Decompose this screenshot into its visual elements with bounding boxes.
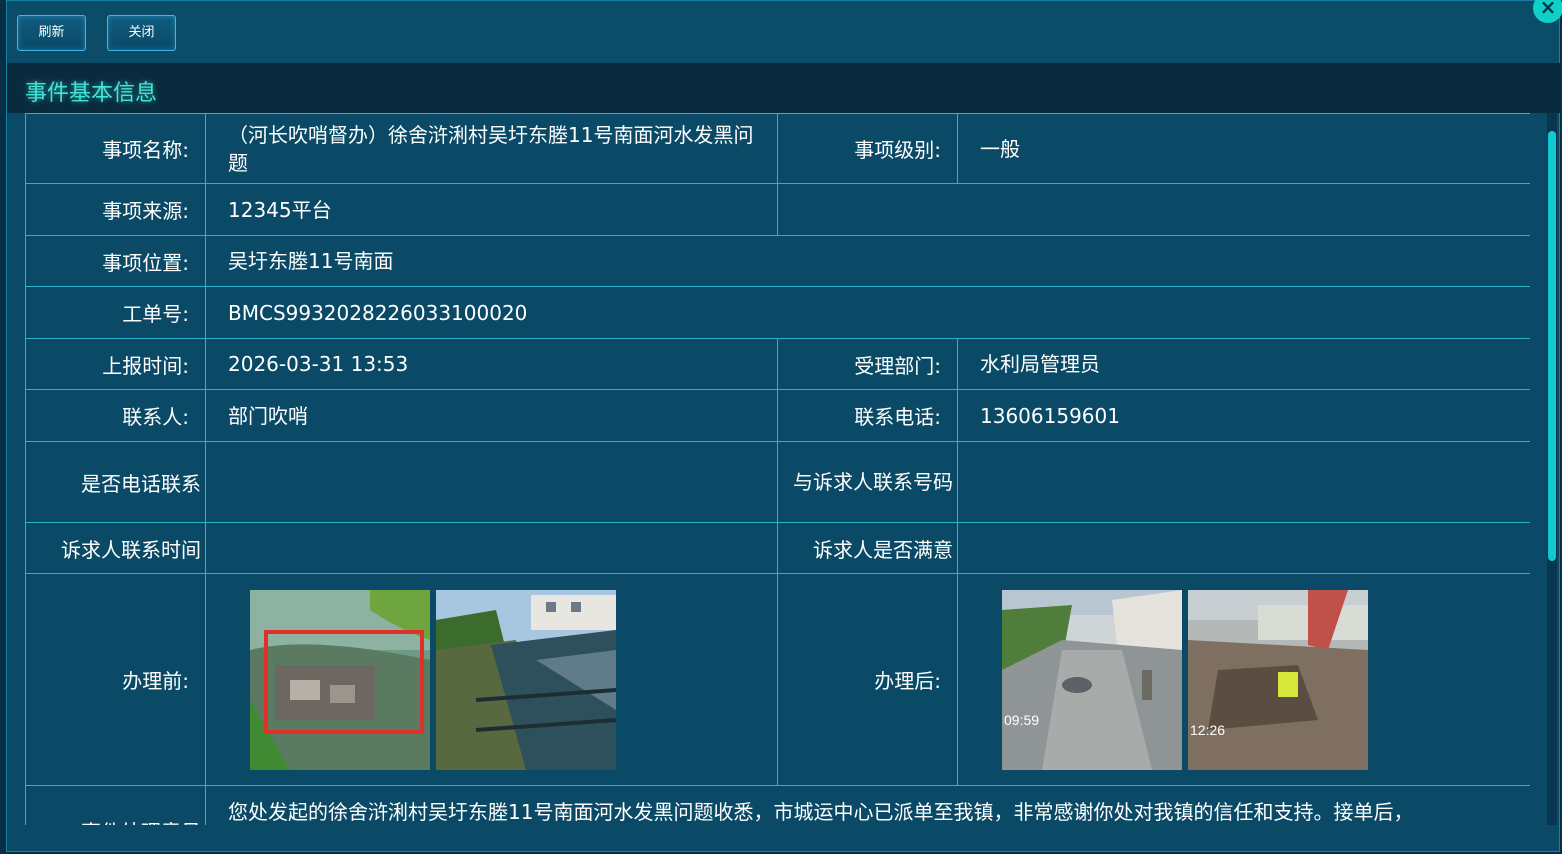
field-label: 事项来源: <box>25 183 206 236</box>
table-row: 办理前: 办理后: 09:59 12:26 <box>25 573 1530 786</box>
section-header: 事件基本信息 <box>7 63 1561 113</box>
table-row: 事项来源: 12345平台 <box>25 183 1530 236</box>
complainant-time-value <box>205 522 778 574</box>
table-row: 联系人: 部门吹哨 联系电话: 13606159601 <box>25 389 1530 442</box>
table-row: 是否电话联系 与诉求人联系号码 <box>25 441 1530 523</box>
dept-value: 水利局管理员 <box>957 338 1530 390</box>
table-row: 工单号: BMCS993202822603310002​0 <box>25 286 1530 339</box>
field-label: 办理前: <box>25 573 206 786</box>
field-label: 诉求人联系时间 <box>25 522 206 574</box>
report-time-value: 2026-03-31 13:53 <box>205 338 778 390</box>
empty-cell <box>777 183 1530 236</box>
field-label: 事件处理意见 <box>25 785 206 825</box>
source-value: 12345平台 <box>205 183 778 236</box>
field-label: 联系人: <box>25 389 206 442</box>
before-photos <box>205 573 778 786</box>
location-value: 吴圩东塍11号南面 <box>205 235 1530 287</box>
table-row: 诉求人联系时间 诉求人是否满意 <box>25 522 1530 574</box>
field-label: 联系电话: <box>777 389 958 442</box>
order-no-value: BMCS993202822603310002​0 <box>205 286 1530 339</box>
after-photo-1[interactable]: 09:59 <box>1002 589 1182 770</box>
section-title: 事件基本信息 <box>25 81 158 106</box>
after-photo-1-time: 09:59 <box>1004 712 1039 728</box>
field-label: 受理部门: <box>777 338 958 390</box>
scrollbar[interactable] <box>1547 113 1557 825</box>
complainant-phone-value <box>957 441 1530 523</box>
toolbar: 刷新 关闭 <box>7 1 1559 63</box>
detail-content[interactable]: 事项名称: （河长吹哨督办）徐舍浒浰村吴圩东塍11号南面河水发黑问题 事项级别:… <box>25 113 1530 825</box>
before-photo-1[interactable] <box>250 589 430 770</box>
before-photo-2[interactable] <box>436 589 616 770</box>
scrollbar-thumb[interactable] <box>1548 131 1556 561</box>
after-photos: 09:59 12:26 <box>957 573 1530 786</box>
event-detail-window: 刷新 关闭 × 事件基本信息 事项名称: （河长吹哨督办）徐舍浒浰村吴圩东塍11… <box>6 0 1562 852</box>
table-row: 事项位置: 吴圩东塍11号南面 <box>25 235 1530 287</box>
after-photo-2-time: 12:26 <box>1190 722 1225 738</box>
field-label: 事项名称: <box>25 113 206 184</box>
close-button[interactable]: 关闭 <box>107 15 176 51</box>
field-label: 诉求人是否满意 <box>777 522 958 574</box>
complainant-satisfied-value <box>957 522 1530 574</box>
table-row: 上报时间: 2026-03-31 13:53 受理部门: 水利局管理员 <box>25 338 1530 390</box>
field-label: 是否电话联系 <box>25 441 206 523</box>
phone-value: 13606159601 <box>957 389 1530 442</box>
table-row: 事项名称: （河长吹哨督办）徐舍浒浰村吴圩东塍11号南面河水发黑问题 事项级别:… <box>25 113 1530 184</box>
field-label: 事项级别: <box>777 113 958 184</box>
field-label: 办理后: <box>777 573 958 786</box>
phone-contacted-value <box>205 441 778 523</box>
detail-table: 事项名称: （河长吹哨督办）徐舍浒浰村吴圩东塍11号南面河水发黑问题 事项级别:… <box>25 113 1530 825</box>
field-label: 上报时间: <box>25 338 206 390</box>
after-photo-2[interactable]: 12:26 <box>1188 589 1368 770</box>
table-row: 事件处理意见 您处发起的徐舍浒浰村吴圩东塍11号南面河水发黑问题收悉，市城运中心… <box>25 785 1530 825</box>
field-label: 事项位置: <box>25 235 206 287</box>
refresh-button[interactable]: 刷新 <box>17 15 86 51</box>
contact-value: 部门吹哨 <box>205 389 778 442</box>
opinion-value: 您处发起的徐舍浒浰村吴圩东塍11号南面河水发黑问题收悉，市城运中心已派单至我镇，… <box>205 785 1530 825</box>
item-level-value: 一般 <box>957 113 1530 184</box>
field-label: 工单号: <box>25 286 206 339</box>
item-name-value: （河长吹哨督办）徐舍浒浰村吴圩东塍11号南面河水发黑问题 <box>205 113 778 184</box>
field-label: 与诉求人联系号码 <box>777 441 958 523</box>
